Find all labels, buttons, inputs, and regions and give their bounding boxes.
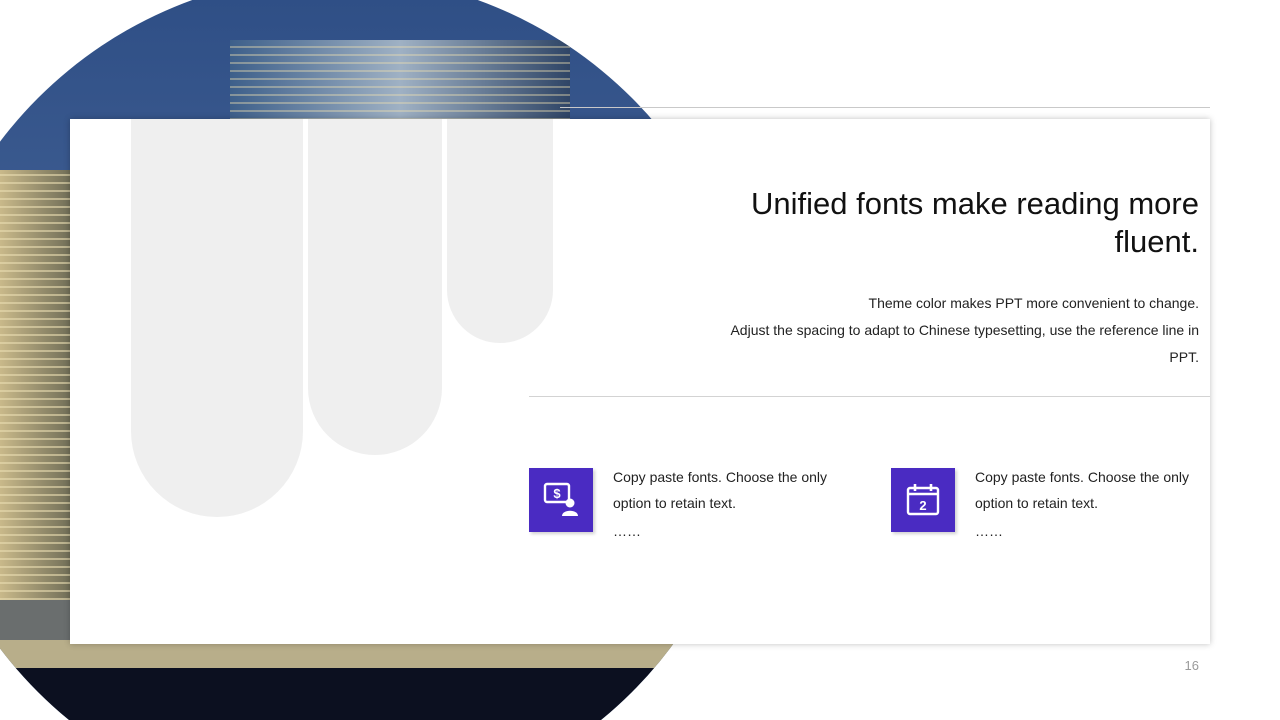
top-divider-line — [560, 107, 1210, 108]
feature-item-1: $ Copy paste fonts. Choose the only opti… — [529, 468, 849, 548]
feature-ellipsis-1: …… — [613, 523, 641, 539]
svg-text:2: 2 — [919, 498, 926, 513]
slide-subtext[interactable]: Theme color makes PPT more convenient to… — [729, 290, 1199, 371]
svg-text:$: $ — [553, 486, 561, 501]
decorative-pill-large — [131, 119, 303, 517]
slide: Unified fonts make reading more fluent. … — [0, 0, 1280, 720]
content-card: Unified fonts make reading more fluent. … — [70, 119, 1210, 644]
page-number: 16 — [1184, 658, 1199, 673]
decorative-pill-small — [447, 119, 553, 343]
calendar-2-icon: 2 — [891, 468, 955, 532]
subtext-line-2: Adjust the spacing to adapt to Chinese t… — [730, 322, 1199, 365]
monitor-dollar-person-icon: $ — [529, 468, 593, 532]
decorative-pill-medium — [308, 119, 442, 455]
slide-title[interactable]: Unified fonts make reading more fluent. — [679, 185, 1199, 261]
feature-item-2: 2 Copy paste fonts. Choose the only opti… — [891, 468, 1211, 548]
feature-text-1[interactable]: Copy paste fonts. Choose the only option… — [613, 464, 845, 516]
subtext-line-1: Theme color makes PPT more convenient to… — [868, 295, 1199, 311]
feature-text-2[interactable]: Copy paste fonts. Choose the only option… — [975, 464, 1207, 516]
feature-ellipsis-2: …… — [975, 523, 1003, 539]
middle-divider-line — [529, 396, 1210, 397]
